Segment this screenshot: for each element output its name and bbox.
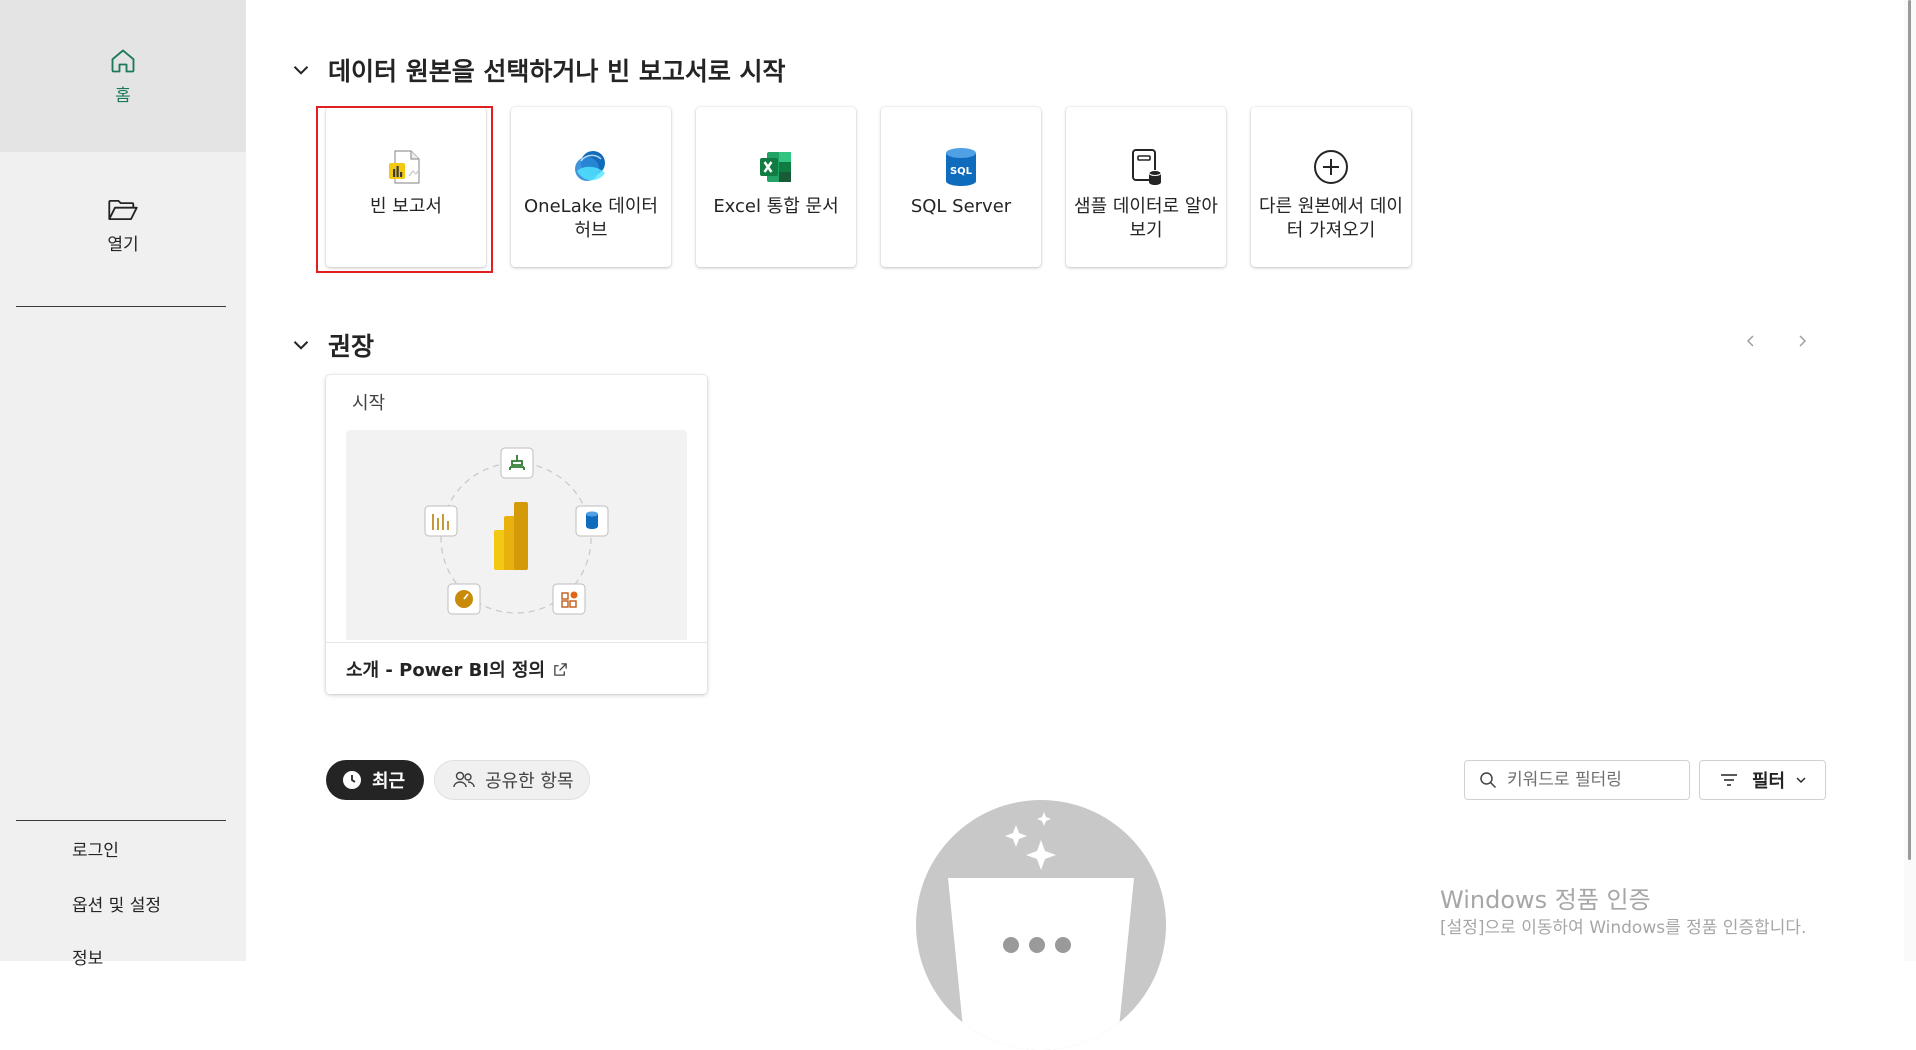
- empty-state-illustration: [916, 800, 1166, 1050]
- tile-blank-report[interactable]: 빈 보고서: [326, 107, 486, 267]
- tile-onelake[interactable]: OneLake 데이터 허브: [511, 107, 671, 267]
- tile-label: 빈 보고서: [370, 196, 442, 217]
- nav-home[interactable]: 홈: [0, 0, 246, 152]
- folder-open-icon: [108, 199, 138, 221]
- sidebar: 홈 열기 로그인 옵션 및 설정 정보: [0, 0, 246, 969]
- search-icon: [1480, 772, 1497, 789]
- tile-label: OneLake 데이터 허브: [524, 196, 658, 241]
- chevron-down-icon: [293, 341, 309, 350]
- filter-button[interactable]: 필터: [1699, 760, 1826, 800]
- tile-label: SQL Server: [910, 196, 1012, 217]
- svg-text:SQL: SQL: [950, 166, 973, 177]
- chevron-right-icon: [1799, 335, 1807, 347]
- home-icon: [111, 49, 135, 72]
- signin-link[interactable]: 로그인: [72, 836, 119, 861]
- powerbi-illustration: [346, 430, 687, 640]
- external-link-icon: [554, 662, 567, 676]
- sample-data-icon: [1127, 147, 1165, 187]
- excel-icon: [757, 147, 795, 187]
- scrollbar[interactable]: [1904, 0, 1916, 961]
- search-box[interactable]: [1464, 760, 1690, 800]
- tile-other-sources[interactable]: 다른 원본에서 데이터 가져오기: [1251, 107, 1411, 267]
- filter-icon: [1721, 774, 1737, 786]
- about-link[interactable]: 정보: [72, 944, 103, 969]
- recommended-title: 권장: [328, 332, 375, 361]
- tile-label: 샘플 데이터로 알아보기: [1074, 196, 1218, 241]
- chevron-down-icon: [293, 66, 309, 75]
- shared-tab[interactable]: 공유한 항목: [434, 760, 590, 800]
- nav-open-label: 열기: [107, 235, 139, 255]
- add-circle-icon: [1312, 147, 1350, 187]
- scrollbar-thumb[interactable]: [1908, 0, 1911, 860]
- clock-icon: [343, 771, 361, 789]
- recommended-card[interactable]: 시작 소개 - Power BI의 정의: [326, 375, 707, 694]
- search-input[interactable]: [1505, 769, 1679, 791]
- recommended-card-footer: 소개 - Power BI의 정의: [326, 642, 707, 694]
- carousel-next-button[interactable]: [1787, 326, 1817, 356]
- sidebar-divider: [16, 306, 226, 307]
- recommended-section-header[interactable]: 권장: [288, 327, 374, 363]
- intro-powerbi-link[interactable]: 소개 - Power BI의 정의: [346, 656, 545, 682]
- sql-server-icon: SQL: [944, 147, 978, 187]
- chevron-down-icon: [1796, 777, 1806, 783]
- tile-sql-server[interactable]: SQL SQL Server: [881, 107, 1041, 267]
- people-icon: [453, 771, 475, 788]
- tile-label: 다른 원본에서 데이터 가져오기: [1259, 196, 1403, 241]
- shared-tab-label: 공유한 항목: [485, 771, 574, 792]
- recent-tab-label: 최근: [372, 771, 406, 792]
- filter-label: 필터: [1752, 771, 1786, 792]
- recommended-card-title: 시작: [352, 393, 386, 414]
- onelake-icon: [571, 147, 611, 187]
- tile-excel[interactable]: Excel 통합 문서: [696, 107, 856, 267]
- nav-open[interactable]: 열기: [0, 196, 246, 260]
- options-settings-link[interactable]: 옵션 및 설정: [72, 891, 161, 916]
- sidebar-divider: [16, 820, 226, 821]
- tile-sample-data[interactable]: 샘플 데이터로 알아보기: [1066, 107, 1226, 267]
- recent-tab[interactable]: 최근: [326, 760, 424, 800]
- start-section-header[interactable]: 데이터 원본을 선택하거나 빈 보고서로 시작: [288, 52, 786, 88]
- blank-report-icon: [387, 147, 425, 187]
- carousel-prev-button[interactable]: [1736, 326, 1766, 356]
- windows-activation-title: Windows 정품 인증: [1440, 886, 1651, 914]
- start-section-title: 데이터 원본을 선택하거나 빈 보고서로 시작: [328, 57, 786, 86]
- tile-label: Excel 통합 문서: [713, 196, 839, 217]
- nav-home-label: 홈: [115, 85, 131, 106]
- windows-activation-text: [설정]으로 이동하여 Windows를 정품 인증합니다.: [1440, 918, 1807, 938]
- chevron-left-icon: [1746, 335, 1754, 347]
